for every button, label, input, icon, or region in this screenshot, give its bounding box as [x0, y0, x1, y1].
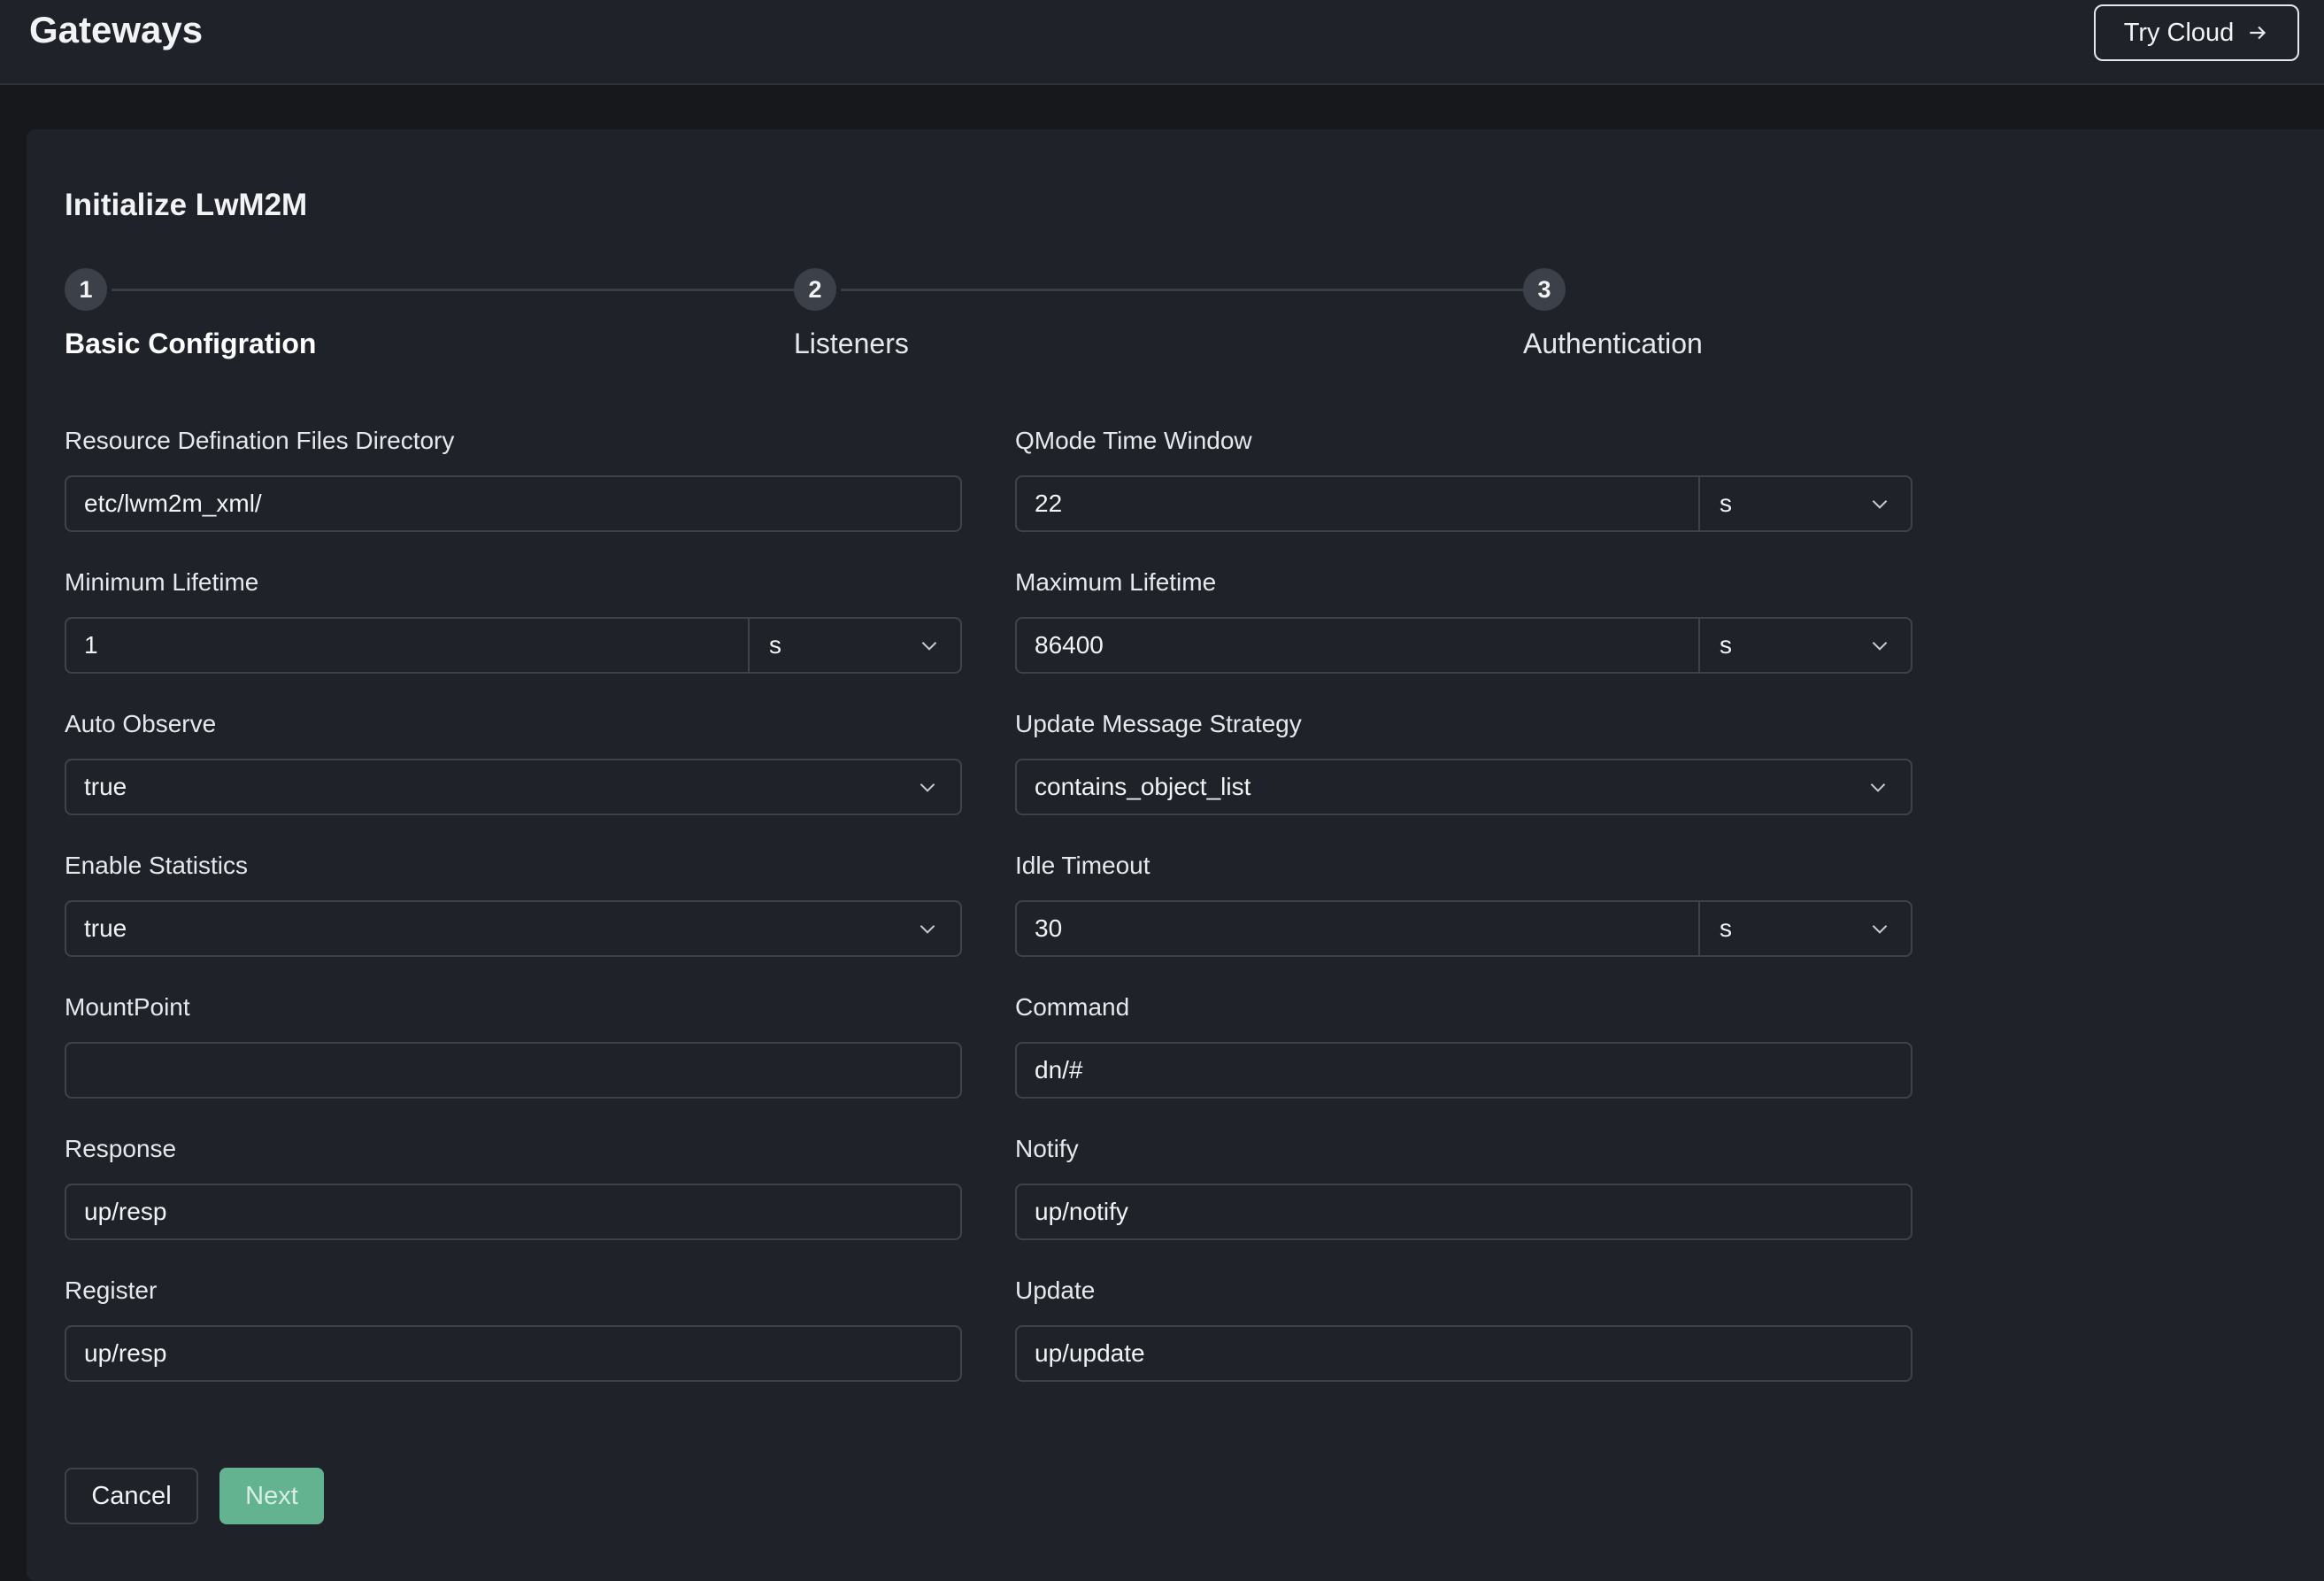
- unit-value: s: [769, 631, 781, 659]
- step-label-basic-configuration: Basic Configration: [65, 328, 317, 359]
- wizard-card: Initialize LwM2M 1 Basic Configration 2 …: [27, 129, 2324, 1581]
- command-input[interactable]: dn/#: [1015, 1042, 1912, 1099]
- min-lifetime-input[interactable]: 1 s: [65, 617, 962, 674]
- chevron-down-icon: [1868, 634, 1891, 657]
- unit-value: s: [1720, 631, 1732, 659]
- update-label: Update: [1015, 1276, 1096, 1304]
- qmode-window-value: 22: [1035, 490, 1063, 517]
- unit-value: s: [1720, 914, 1732, 942]
- notify-label: Notify: [1015, 1135, 1079, 1162]
- chevron-down-icon: [1866, 775, 1889, 798]
- step-label-authentication: Authentication: [1523, 328, 1703, 359]
- step-number-3: 3: [1523, 268, 1566, 311]
- qmode-window-unit-select[interactable]: s: [1698, 477, 1911, 530]
- response-input[interactable]: up/resp: [65, 1184, 962, 1240]
- notify-input[interactable]: up/notify: [1015, 1184, 1912, 1240]
- command-label: Command: [1015, 993, 1130, 1021]
- chevron-down-icon: [918, 634, 941, 657]
- mountpoint-label: MountPoint: [65, 993, 190, 1021]
- chevron-down-icon: [916, 775, 939, 798]
- chevron-down-icon: [1868, 917, 1891, 940]
- max-lifetime-label: Maximum Lifetime: [1015, 568, 1217, 596]
- enable-stats-value: true: [84, 914, 127, 942]
- auto-observe-select[interactable]: true: [65, 759, 962, 815]
- auto-observe-label: Auto Observe: [65, 710, 217, 737]
- enable-stats-select[interactable]: true: [65, 900, 962, 957]
- idle-timeout-value: 30: [1035, 914, 1063, 942]
- update-strategy-value: contains_object_list: [1035, 773, 1251, 800]
- qmode-window-label: QMode Time Window: [1015, 427, 1252, 454]
- chevron-down-icon: [1868, 492, 1891, 515]
- register-input[interactable]: up/resp: [65, 1325, 962, 1382]
- register-value: up/resp: [84, 1339, 167, 1367]
- min-lifetime-value: 1: [84, 631, 98, 659]
- register-label: Register: [65, 1276, 158, 1304]
- idle-timeout-unit-select[interactable]: s: [1698, 902, 1911, 955]
- step-connector: [112, 289, 812, 291]
- top-bar: Gateways Try Cloud: [0, 0, 2324, 85]
- max-lifetime-unit-select[interactable]: s: [1698, 619, 1911, 672]
- auto-observe-value: true: [84, 773, 127, 800]
- notify-value: up/notify: [1035, 1198, 1128, 1225]
- enable-stats-label: Enable Statistics: [65, 852, 248, 879]
- page-title: Gateways: [29, 9, 204, 50]
- step-label-listeners: Listeners: [794, 328, 909, 359]
- idle-timeout-label: Idle Timeout: [1015, 852, 1150, 879]
- arrow-right-icon: [2246, 21, 2269, 44]
- unit-value: s: [1720, 490, 1732, 517]
- update-strategy-label: Update Message Strategy: [1015, 710, 1302, 737]
- try-cloud-button[interactable]: Try Cloud: [2094, 4, 2299, 61]
- update-strategy-select[interactable]: contains_object_list: [1015, 759, 1912, 815]
- update-input[interactable]: up/update: [1015, 1325, 1912, 1382]
- min-lifetime-unit-select[interactable]: s: [748, 619, 960, 672]
- resource-dir-label: Resource Defination Files Directory: [65, 427, 455, 454]
- step-connector: [841, 289, 1542, 291]
- response-value: up/resp: [84, 1198, 167, 1225]
- next-button[interactable]: Next: [219, 1468, 324, 1524]
- response-label: Response: [65, 1135, 177, 1162]
- form-title: Initialize LwM2M: [65, 188, 308, 222]
- resource-dir-input[interactable]: etc/lwm2m_xml/: [65, 475, 962, 532]
- mountpoint-input[interactable]: [65, 1042, 962, 1099]
- command-value: dn/#: [1035, 1056, 1083, 1084]
- qmode-window-input[interactable]: 22 s: [1015, 475, 1912, 532]
- cancel-button[interactable]: Cancel: [65, 1468, 198, 1524]
- min-lifetime-label: Minimum Lifetime: [65, 568, 259, 596]
- step-number-2: 2: [794, 268, 836, 311]
- resource-dir-value: etc/lwm2m_xml/: [84, 490, 262, 517]
- update-value: up/update: [1035, 1339, 1145, 1367]
- max-lifetime-input[interactable]: 86400 s: [1015, 617, 1912, 674]
- step-number-1: 1: [65, 268, 107, 311]
- chevron-down-icon: [916, 917, 939, 940]
- max-lifetime-value: 86400: [1035, 631, 1104, 659]
- idle-timeout-input[interactable]: 30 s: [1015, 900, 1912, 957]
- try-cloud-label: Try Cloud: [2123, 18, 2235, 47]
